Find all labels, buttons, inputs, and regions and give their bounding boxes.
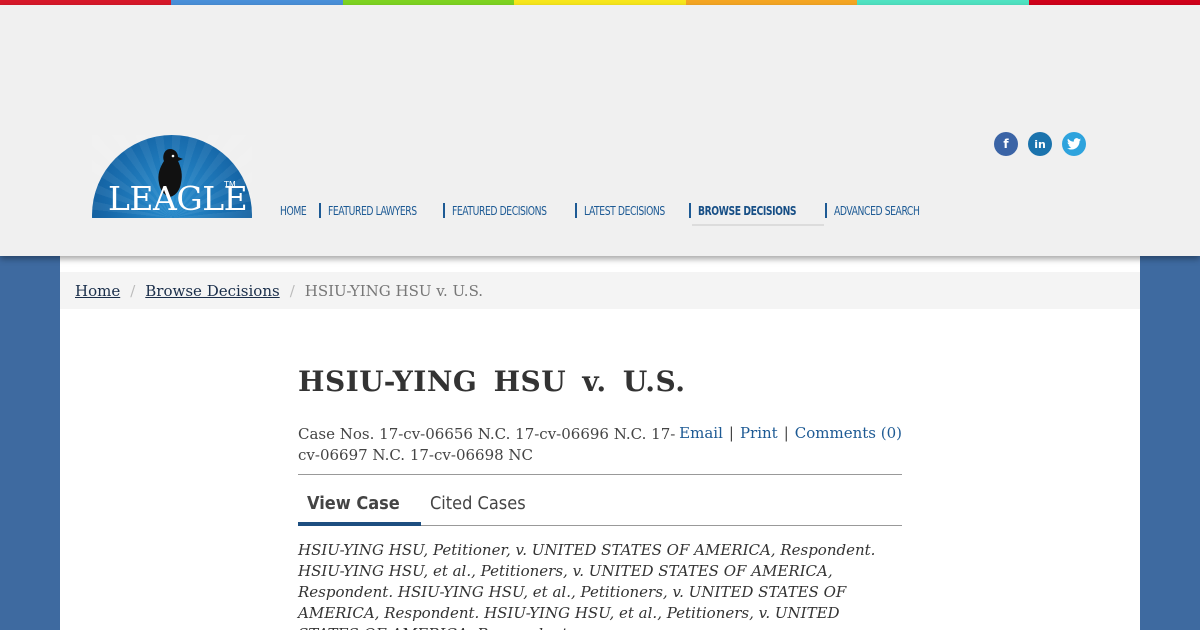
nav-advanced-search[interactable]: Advanced Search (834, 203, 938, 218)
print-link[interactable]: Print (740, 424, 778, 442)
site-header: LEAGLE TM Home Featured Lawyers Featured… (0, 5, 1200, 256)
email-link[interactable]: Email (679, 424, 723, 442)
social-links: f in (994, 132, 1086, 156)
nav-separator (319, 202, 322, 218)
nav-separator (824, 202, 827, 218)
logo-trademark: TM (224, 180, 236, 189)
breadcrumb-divider: / (130, 281, 136, 300)
facebook-icon[interactable]: f (994, 132, 1018, 156)
nav-latest-decisions[interactable]: Latest Decisions (584, 203, 683, 218)
divider (298, 474, 902, 475)
breadcrumb-home[interactable]: Home (75, 282, 120, 300)
nav-featured-lawyers[interactable]: Featured Lawyers (328, 203, 436, 218)
comments-link[interactable]: Comments (0) (795, 424, 902, 442)
breadcrumb-browse-decisions[interactable]: Browse Decisions (145, 282, 279, 300)
breadcrumb-divider: / (289, 281, 295, 300)
breadcrumb-current: HSIU-YING HSU v. U.S. (304, 281, 484, 300)
nav-separator (443, 202, 446, 218)
case-title: HSIU-YING HSU v. U.S. (298, 365, 686, 398)
tab-view-case[interactable]: View Case (298, 489, 421, 526)
leagle-logo[interactable]: LEAGLE TM (92, 135, 252, 218)
main-content: Home / Browse Decisions / HSIU-YING HSU … (60, 256, 1140, 630)
nav-browse-decisions[interactable]: Browse Decisions (692, 203, 824, 226)
tab-cited-cases[interactable]: Cited Cases (430, 489, 526, 526)
case-tabs: View Case Cited Cases (298, 489, 902, 526)
nav-home[interactable]: Home (280, 203, 312, 218)
case-actions: Email | Print | Comments (0) (679, 424, 902, 466)
case-parties: HSIU-YING HSU, Petitioner, v. UNITED STA… (298, 541, 876, 630)
action-divider: | (728, 424, 734, 442)
nav-separator (574, 202, 577, 218)
case-numbers: Case Nos. 17-cv-06656 N.C. 17-cv-06696 N… (298, 425, 676, 464)
breadcrumb: Home / Browse Decisions / HSIU-YING HSU … (60, 272, 1140, 309)
case-meta: Case Nos. 17-cv-06656 N.C. 17-cv-06696 N… (298, 424, 902, 466)
nav-separator (689, 202, 692, 218)
nav-featured-decisions[interactable]: Featured Decisions (452, 203, 567, 218)
action-divider: | (783, 424, 789, 442)
twitter-bird-icon (1067, 138, 1081, 150)
linkedin-icon[interactable]: in (1028, 132, 1052, 156)
main-nav: Home Featured Lawyers Featured Decisions… (280, 201, 938, 226)
twitter-icon[interactable] (1062, 132, 1086, 156)
